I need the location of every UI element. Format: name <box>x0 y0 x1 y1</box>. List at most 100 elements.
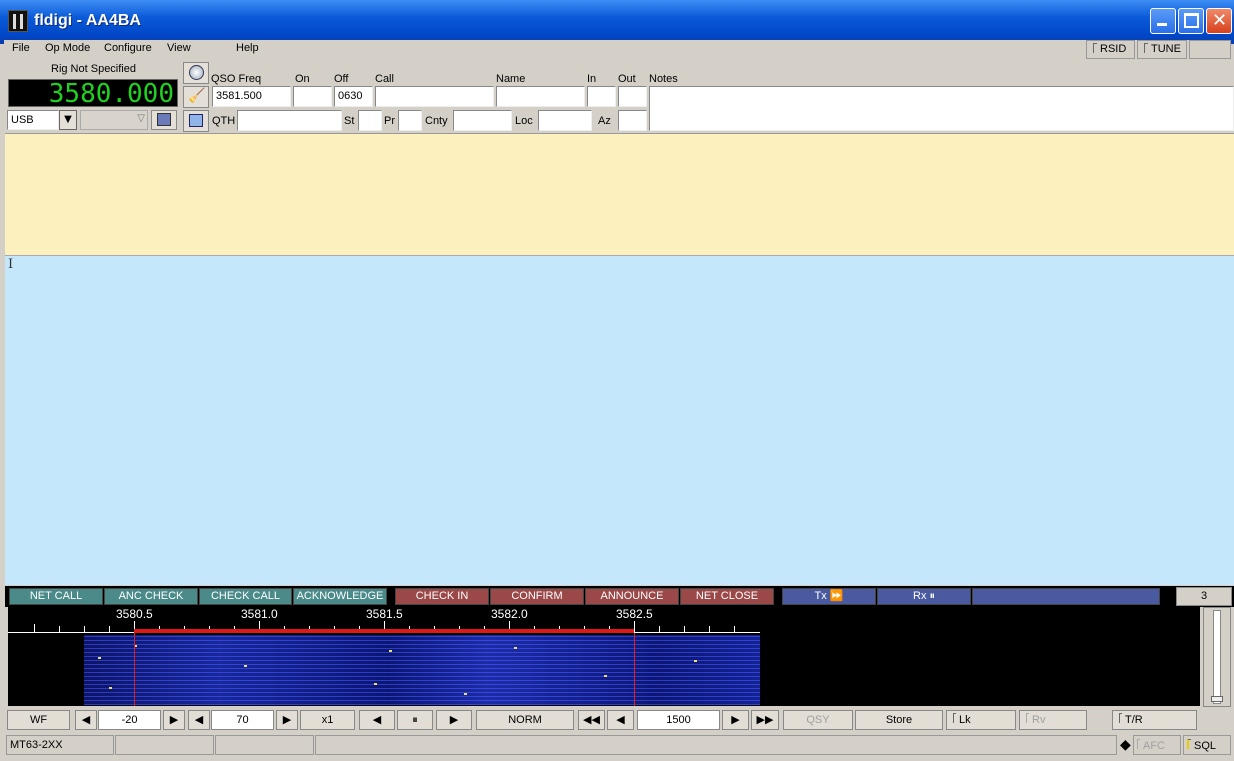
country-label: Cnty <box>425 115 448 127</box>
afc-toggle[interactable]: AFC <box>1133 735 1181 755</box>
macro-check-call-button[interactable]: CHECK CALL <box>199 588 292 605</box>
frequency-display[interactable]: 3580.000 <box>8 79 178 108</box>
macro-net-call-button[interactable]: NET CALL <box>9 588 103 605</box>
save-log-button[interactable] <box>183 110 209 132</box>
time-on-field[interactable] <box>293 86 332 107</box>
ampl-span-field[interactable]: 70 <box>211 710 274 730</box>
clear-log-button[interactable]: 🧹 <box>183 86 209 108</box>
locator-label: Loc <box>515 115 533 127</box>
province-label: Pr <box>384 115 395 127</box>
name-field[interactable] <box>496 86 585 107</box>
qsy-button[interactable]: QSY <box>783 710 853 730</box>
qso-freq-field[interactable]: 3581.500 <box>212 86 291 107</box>
tr-label: T/R <box>1125 714 1143 726</box>
title-bar[interactable]: fldigi - AA4BA <box>0 0 1234 44</box>
mode-status[interactable]: MT63-2XX <box>6 735 114 755</box>
menu-help[interactable]: Help <box>236 42 259 54</box>
menu-op-mode[interactable]: Op Mode <box>45 42 90 54</box>
tr-toggle[interactable]: T/R <box>1112 710 1197 730</box>
carrier-fast-decrease-button[interactable]: ◀◀ <box>578 710 605 730</box>
azimuth-field[interactable] <box>618 110 647 131</box>
waterfall-pause-button[interactable]: ⏸ <box>397 710 433 730</box>
state-field[interactable] <box>358 110 382 131</box>
receive-text-pane[interactable] <box>5 133 1234 255</box>
ref-level-increase-button[interactable]: ▶ <box>163 710 185 730</box>
waterfall-right-button[interactable]: ▶ <box>436 710 472 730</box>
carrier-increase-button[interactable]: ▶ <box>722 710 749 730</box>
scale-label: 3582.5 <box>616 607 653 621</box>
status-field-2 <box>115 735 214 755</box>
macro-check-in-button[interactable]: CHECK IN <box>395 588 489 605</box>
carrier-fast-increase-button[interactable]: ▶▶ <box>751 710 779 730</box>
menu-view[interactable]: View <box>167 42 191 54</box>
macro-empty-button[interactable] <box>972 588 1160 605</box>
maximize-button[interactable] <box>1178 8 1204 34</box>
sql-label: SQL <box>1194 740 1217 752</box>
province-field[interactable] <box>398 110 422 131</box>
reverse-toggle[interactable]: Rv <box>1019 710 1087 730</box>
mode-dropdown-arrow-icon[interactable]: ▼ <box>59 110 77 130</box>
menu-spacer <box>1189 40 1231 59</box>
text-cursor-icon: I <box>8 257 14 272</box>
macro-tx-button[interactable]: Tx ⏩ <box>782 588 876 605</box>
slider-handle[interactable] <box>1211 696 1223 702</box>
ampl-span-increase-button[interactable]: ▶ <box>276 710 298 730</box>
macro-anc-check-button[interactable]: ANC CHECK <box>104 588 198 605</box>
lock-toggle[interactable]: Lk <box>946 710 1016 730</box>
country-field[interactable] <box>453 110 512 131</box>
waterfall-left-button[interactable]: ◀ <box>359 710 395 730</box>
time-off-field[interactable]: 0630 <box>334 86 373 107</box>
sql-toggle[interactable]: SQL <box>1183 735 1231 755</box>
rsid-toggle[interactable]: RSID <box>1086 40 1135 59</box>
tune-toggle[interactable]: TUNE <box>1137 40 1187 59</box>
lock-label: Lk <box>959 714 971 726</box>
call-field[interactable] <box>375 86 494 107</box>
minimize-button[interactable] <box>1150 8 1176 34</box>
frequency-scale[interactable]: 3580.5 3581.0 3581.5 3582.0 3582.5 <box>8 607 1200 633</box>
transmit-text-pane[interactable] <box>5 255 1234 585</box>
save-icon <box>189 114 203 127</box>
rst-in-field[interactable] <box>587 86 616 107</box>
name-label: Name <box>496 73 526 85</box>
qth-field[interactable] <box>237 110 342 131</box>
ref-level-field[interactable]: -20 <box>98 710 161 730</box>
window-title: fldigi - AA4BA <box>34 12 141 29</box>
time-off-label: Off <box>334 73 349 85</box>
notes-label: Notes <box>649 73 678 85</box>
ref-level-decrease-button[interactable]: ◀ <box>75 710 97 730</box>
rsid-label: RSID <box>1100 43 1127 55</box>
waterfall-mode-button[interactable]: WF <box>7 710 70 730</box>
macro-announce-button[interactable]: ANNOUNCE <box>585 588 679 605</box>
mode-select[interactable]: USB <box>7 110 59 130</box>
scale-label: 3581.0 <box>241 607 278 621</box>
bandwidth-select[interactable]: ▽ <box>80 110 148 130</box>
fldigi-app-icon <box>8 10 28 32</box>
qth-label: QTH <box>212 115 236 127</box>
menu-configure[interactable]: Configure <box>104 42 152 54</box>
macro-page-indicator[interactable]: 3 <box>1176 587 1232 606</box>
rig-memory-button[interactable] <box>151 110 177 130</box>
carrier-decrease-button[interactable]: ◀ <box>607 710 634 730</box>
call-label: Call <box>375 73 394 85</box>
macro-net-close-button[interactable]: NET CLOSE <box>680 588 774 605</box>
notes-field[interactable] <box>649 86 1234 131</box>
scale-label: 3582.0 <box>491 607 528 621</box>
waterfall-speed-button[interactable]: NORM <box>476 710 574 730</box>
menu-file[interactable]: File <box>12 42 30 54</box>
locator-field[interactable] <box>538 110 592 131</box>
close-button[interactable]: ✕ <box>1206 8 1232 34</box>
macro-acknowledge-button[interactable]: ACKNOWLEDGE <box>293 588 387 605</box>
zoom-button[interactable]: x1 <box>300 710 355 730</box>
time-on-label: On <box>295 73 310 85</box>
log-search-button[interactable] <box>183 62 209 84</box>
rst-out-field[interactable] <box>618 86 647 107</box>
ampl-span-decrease-button[interactable]: ◀ <box>188 710 210 730</box>
carrier-frequency-field[interactable]: 1500 <box>637 710 720 730</box>
macro-confirm-button[interactable]: CONFIRM <box>490 588 584 605</box>
store-button[interactable]: Store <box>855 710 943 730</box>
macro-rx-button[interactable]: Rx ⏸ <box>877 588 971 605</box>
rig-name-label: Rig Not Specified <box>51 63 136 75</box>
bandwidth-right-cursor <box>634 633 635 706</box>
waterfall-vertical-slider[interactable] <box>1203 607 1231 707</box>
globe-icon <box>189 65 204 80</box>
